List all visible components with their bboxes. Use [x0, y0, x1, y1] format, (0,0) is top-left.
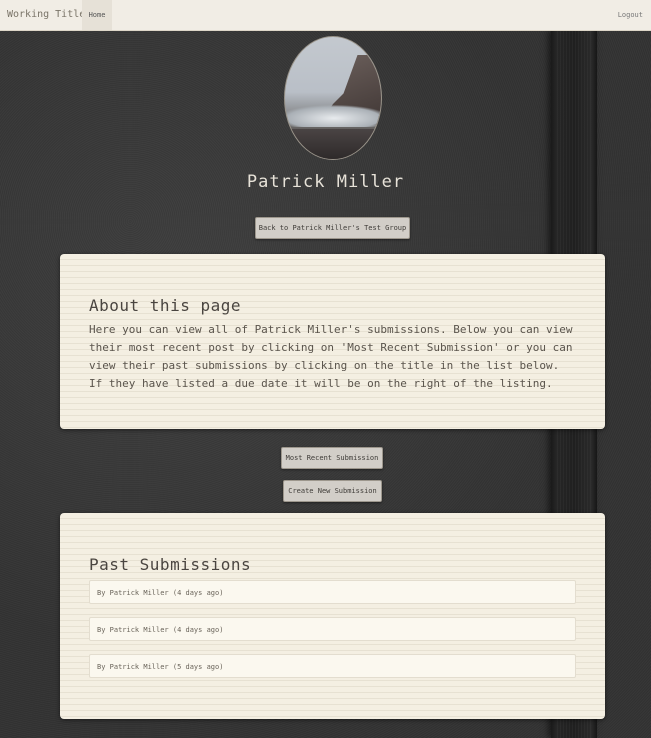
top-navbar: Working Title Home Logout: [0, 0, 651, 31]
past-submissions-title: Past Submissions: [89, 555, 252, 574]
profile-avatar: [284, 36, 382, 160]
submission-item[interactable]: By Patrick Miller (5 days ago): [89, 654, 576, 678]
submission-item[interactable]: By Patrick Miller (4 days ago): [89, 580, 576, 604]
about-title: About this page: [89, 296, 241, 315]
past-submissions-card: Past Submissions By Patrick Miller (4 da…: [60, 513, 605, 719]
submission-item[interactable]: By Patrick Miller (4 days ago): [89, 617, 576, 641]
avatar-beach: [285, 129, 381, 159]
about-text: Here you can view all of Patrick Miller'…: [89, 323, 573, 390]
about-card: About this page Here you can view all of…: [60, 254, 605, 429]
create-new-submission-button[interactable]: Create New Submission: [283, 480, 382, 502]
most-recent-submission-button[interactable]: Most Recent Submission: [281, 447, 383, 469]
avatar-wave: [285, 105, 381, 127]
logout-link[interactable]: Logout: [618, 11, 643, 19]
brand-link[interactable]: Working Title: [7, 9, 85, 20]
nav-home-link[interactable]: Home: [82, 0, 112, 30]
back-to-group-button[interactable]: Back to Patrick Miller's Test Group: [255, 217, 410, 239]
profile-name: Patrick Miller: [246, 172, 405, 192]
